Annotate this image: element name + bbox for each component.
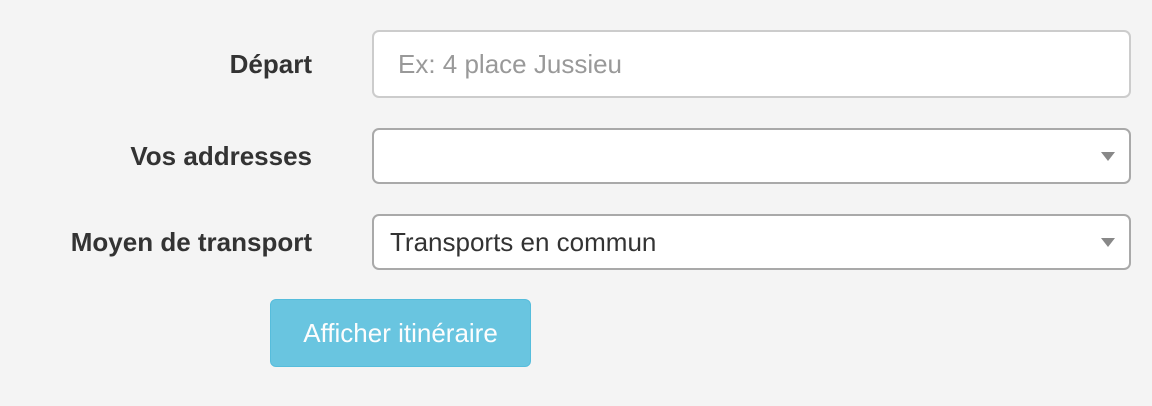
chevron-down-icon [1101, 238, 1115, 247]
depart-placeholder: Ex: 4 place Jussieu [398, 48, 623, 79]
transport-selected-value: Transports en commun [390, 226, 657, 257]
depart-input[interactable]: Ex: 4 place Jussieu [372, 30, 1131, 98]
depart-row: Départ Ex: 4 place Jussieu [0, 30, 1152, 98]
addresses-label: Vos addresses [130, 140, 312, 171]
addresses-select[interactable] [372, 128, 1131, 184]
chevron-down-icon [1101, 152, 1115, 161]
transport-row: Moyen de transport Transports en commun [0, 214, 1152, 270]
addresses-row: Vos addresses [0, 128, 1152, 184]
depart-label: Départ [229, 48, 312, 79]
transport-select[interactable]: Transports en commun [372, 214, 1131, 270]
itinerary-form: Départ Ex: 4 place Jussieu Vos addresses… [0, 0, 1152, 406]
transport-label: Moyen de transport [70, 226, 312, 257]
show-itinerary-button[interactable]: Afficher itinéraire [270, 299, 531, 367]
